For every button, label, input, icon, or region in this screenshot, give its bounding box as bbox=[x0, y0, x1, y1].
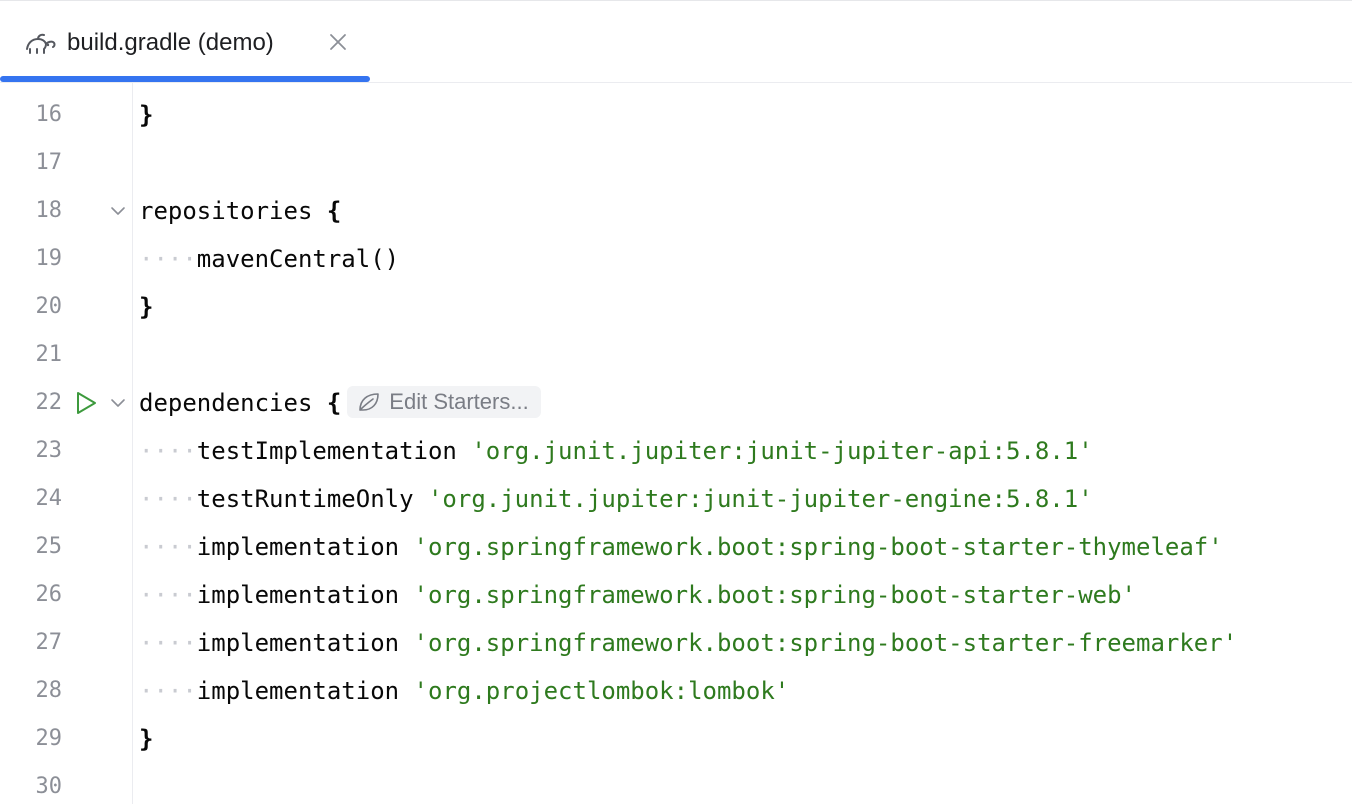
indent-whitespace: ···· bbox=[139, 677, 197, 705]
code-line[interactable]: 24 ····testRuntimeOnly 'org.junit.jupite… bbox=[0, 475, 1352, 523]
code-text: implementation bbox=[196, 629, 414, 657]
line-number: 23 bbox=[35, 438, 63, 463]
code-text: repositories bbox=[139, 197, 327, 225]
code-text: implementation bbox=[196, 581, 414, 609]
edit-starters-label: Edit Starters... bbox=[389, 389, 529, 414]
code-text: testImplementation bbox=[196, 437, 472, 465]
code-text: implementation bbox=[196, 533, 414, 561]
string-literal: 'org.springframework.boot:spring-boot-st… bbox=[413, 533, 1223, 561]
string-literal: 'org.junit.jupiter:junit-jupiter-engine:… bbox=[427, 485, 1093, 513]
closing-brace: } bbox=[139, 725, 154, 753]
code-line[interactable]: 25 ····implementation 'org.springframewo… bbox=[0, 523, 1352, 571]
code-line[interactable]: 19 ····mavenCentral() bbox=[0, 235, 1352, 283]
gradle-elephant-icon bbox=[26, 33, 56, 54]
code-line[interactable]: 18 repositories { bbox=[0, 187, 1352, 235]
string-literal: 'org.projectlombok:lombok' bbox=[413, 677, 790, 705]
opening-brace: { bbox=[326, 197, 342, 225]
string-literal: 'org.springframework.boot:spring-boot-st… bbox=[413, 581, 1137, 609]
fold-chevron-down-icon[interactable] bbox=[109, 204, 127, 218]
line-number: 22 bbox=[35, 390, 63, 415]
indent-whitespace: ···· bbox=[139, 629, 197, 657]
indent-whitespace: ···· bbox=[139, 245, 197, 273]
code-line[interactable]: 29 } bbox=[0, 715, 1352, 763]
indent-whitespace: ···· bbox=[139, 533, 197, 561]
code-line[interactable]: 26 ····implementation 'org.springframewo… bbox=[0, 571, 1352, 619]
edit-starters-inlay-button[interactable]: Edit Starters... bbox=[347, 386, 541, 418]
code-line[interactable]: 22 dependencies { Edit Starters... bbox=[0, 379, 1352, 427]
indent-whitespace: ···· bbox=[139, 485, 197, 513]
indent-whitespace: ···· bbox=[139, 581, 197, 609]
tab-build-gradle[interactable]: build.gradle (demo) bbox=[0, 1, 370, 82]
string-literal: 'org.springframework.boot:spring-boot-st… bbox=[413, 629, 1238, 657]
code-line[interactable]: 28 ····implementation 'org.projectlombok… bbox=[0, 667, 1352, 715]
line-number: 17 bbox=[35, 150, 63, 175]
code-line[interactable]: 27 ····implementation 'org.springframewo… bbox=[0, 619, 1352, 667]
line-number: 24 bbox=[35, 486, 63, 511]
code-line[interactable]: 23 ····testImplementation 'org.junit.jup… bbox=[0, 427, 1352, 475]
spring-leaf-icon bbox=[359, 393, 380, 411]
string-literal: 'org.junit.jupiter:junit-jupiter-api:5.8… bbox=[471, 437, 1093, 465]
line-number: 16 bbox=[35, 102, 63, 127]
closing-brace: } bbox=[139, 101, 154, 129]
indent-whitespace: ···· bbox=[139, 437, 197, 465]
code-text: dependencies bbox=[139, 389, 327, 417]
line-number: 27 bbox=[35, 630, 63, 655]
code-text: implementation bbox=[196, 677, 414, 705]
line-number: 29 bbox=[35, 726, 63, 751]
code-line[interactable]: 20 } bbox=[0, 283, 1352, 331]
active-tab-indicator bbox=[0, 76, 370, 82]
tab-label: build.gradle (demo) bbox=[67, 29, 274, 56]
close-icon[interactable] bbox=[327, 31, 349, 53]
line-number: 28 bbox=[35, 678, 63, 703]
line-number: 18 bbox=[35, 198, 63, 223]
fold-chevron-down-icon[interactable] bbox=[109, 396, 127, 410]
line-number: 21 bbox=[35, 342, 63, 367]
line-number: 20 bbox=[35, 294, 63, 319]
code-text: mavenCentral() bbox=[196, 245, 400, 273]
line-number: 26 bbox=[35, 582, 63, 607]
opening-brace: { bbox=[326, 389, 342, 417]
closing-brace: } bbox=[139, 293, 154, 321]
editor-tab-bar: build.gradle (demo) bbox=[0, 1, 1352, 83]
line-number: 25 bbox=[35, 534, 63, 559]
run-gutter-icon[interactable] bbox=[73, 390, 99, 416]
code-line[interactable]: 16 } bbox=[0, 91, 1352, 139]
line-number: 19 bbox=[35, 246, 63, 271]
code-text: testRuntimeOnly bbox=[196, 485, 428, 513]
code-line[interactable]: 21 bbox=[0, 331, 1352, 379]
code-line[interactable]: 17 bbox=[0, 139, 1352, 187]
